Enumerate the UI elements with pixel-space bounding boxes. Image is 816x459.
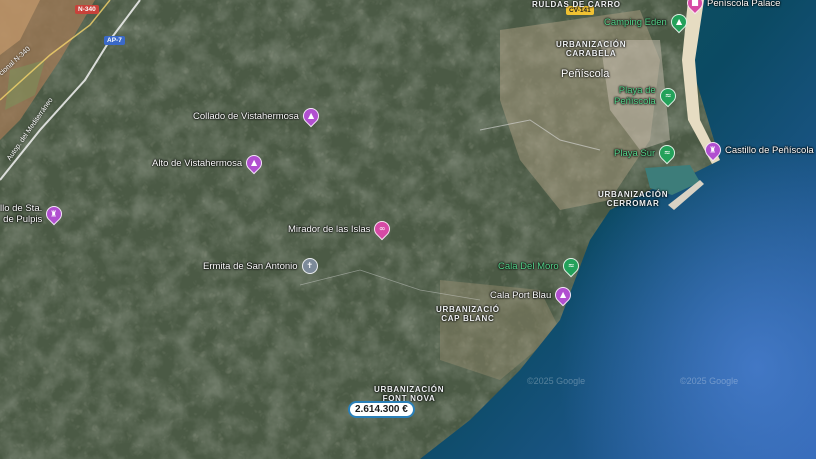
viewpoint-icon: ▲ [299, 104, 323, 128]
tent-icon: ▲ [667, 10, 691, 34]
map-view[interactable]: N-340 AP-7 CV-141 cional N-340 Autop. de… [0, 0, 816, 459]
ap7-shield: AP-7 [104, 36, 125, 45]
castle-icon: ♜ [42, 202, 66, 226]
poi-peniscola-palace[interactable]: ■ Peníscola Palace [683, 0, 781, 15]
poi-label: Castillo de Peñíscola [725, 144, 814, 156]
poi-ermita-san-antonio[interactable]: ✝ Ermita de San Antonio [203, 258, 318, 274]
poi-cala-port-blau[interactable]: ▲ Cala Port Blau [490, 283, 575, 307]
poi-label: Ermita de San Antonio [203, 260, 298, 272]
viewpoint-icon: ▲ [551, 283, 575, 307]
poi-castillo-peniscola[interactable]: ♜ Castillo de Peñíscola [701, 138, 814, 162]
poi-label: Alto de Vistahermosa [152, 157, 243, 169]
poi-label: Peníscola Palace [707, 0, 781, 9]
poi-cala-del-moro[interactable]: ≈ Cala Del Moro [498, 254, 583, 278]
area-label-cerromar: URBANIZACIÓN CERROMAR [598, 190, 669, 208]
binoculars-icon: ∞ [371, 217, 394, 241]
poi-playa-sur[interactable]: ≈ Playa Sur [614, 141, 679, 165]
poi-label: llo de Sta. de Pulpis [0, 203, 43, 225]
poi-collado-vistahermosa[interactable]: ▲ Collado de Vistahermosa [193, 104, 323, 128]
poi-label: Collado de Vistahermosa [193, 110, 299, 122]
poi-label: Camping Eden [604, 16, 667, 28]
property-price-marker[interactable]: 2.614.300 € [348, 401, 415, 418]
google-watermark: ©2025 Google [680, 376, 739, 386]
church-icon: ✝ [301, 258, 318, 274]
n340-shield: N-340 [75, 5, 99, 14]
area-label-cap-blanc: URBANIZACIÓ CAP BLANC [436, 305, 500, 323]
poi-label: Playa Sur [614, 147, 656, 159]
poi-label: Cala Del Moro [498, 260, 559, 272]
castle-icon: ♜ [701, 138, 725, 162]
google-watermark: ©2025 Google [527, 376, 586, 386]
poi-label: Playa de Peñíscola [614, 85, 656, 107]
poi-label: Mirador de las Islas [288, 223, 371, 235]
area-label-ruldas: RULDAS DE CARRO [532, 0, 621, 9]
poi-label: Cala Port Blau [490, 289, 552, 301]
poi-castillo-pulpis[interactable]: ♜ llo de Sta. de Pulpis [0, 202, 66, 226]
beach-icon: ≈ [655, 141, 679, 165]
beach-icon: ≈ [559, 254, 583, 278]
area-label-carabela: URBANIZACIÓN CARABELA [556, 40, 627, 58]
poi-mirador-islas[interactable]: ∞ Mirador de las Islas [288, 217, 394, 241]
viewpoint-icon: ▲ [242, 151, 266, 175]
beach-icon: ≈ [656, 84, 680, 108]
poi-alto-vistahermosa[interactable]: ▲ Alto de Vistahermosa [152, 151, 266, 175]
poi-camping-eden[interactable]: ▲ Camping Eden [604, 10, 691, 34]
poi-playa-peniscola[interactable]: ≈ Playa de Peñíscola [614, 84, 680, 108]
town-label-peniscola: Peñíscola [561, 68, 610, 80]
